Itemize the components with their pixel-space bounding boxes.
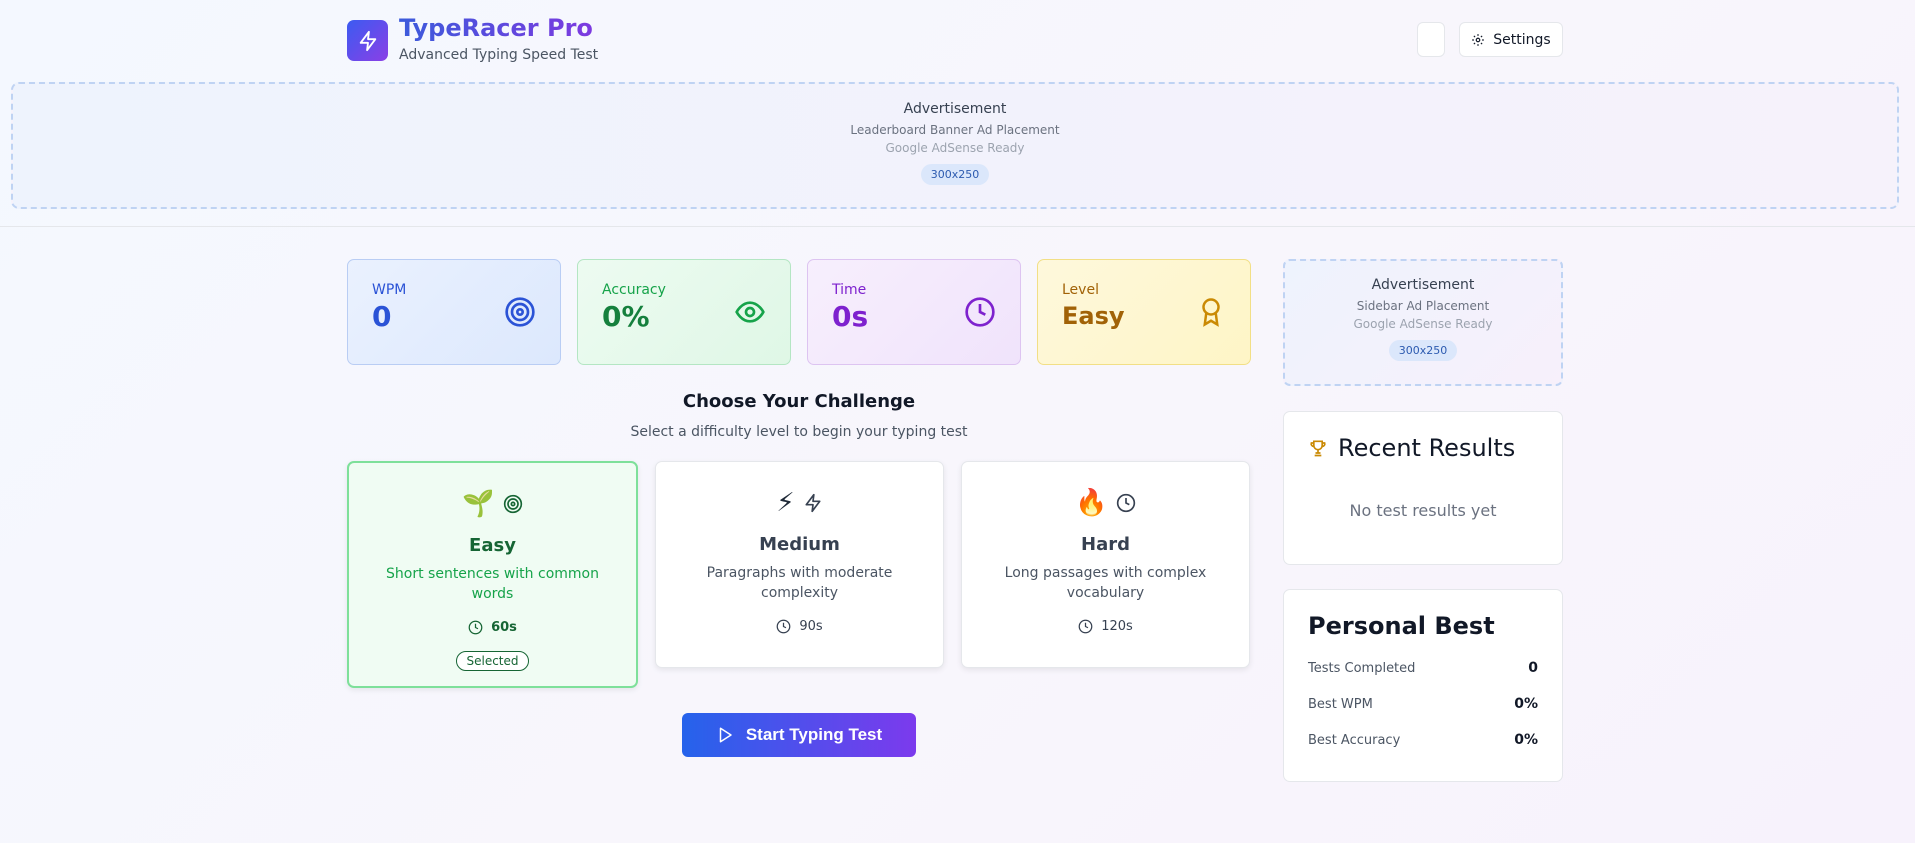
eye-icon xyxy=(735,301,765,323)
lightning-icon xyxy=(359,30,376,51)
difficulty-duration: 60s xyxy=(491,620,517,635)
difficulty-description: Long passages with complex vocabulary xyxy=(1004,565,1207,601)
award-icon xyxy=(1202,298,1220,327)
recent-results-title: Recent Results xyxy=(1338,434,1516,462)
clock-icon xyxy=(965,297,995,327)
personal-best-panel: Personal Best Tests Completed 0 Best WPM… xyxy=(1283,589,1563,782)
accuracy-stat-card: Accuracy 0% xyxy=(577,259,791,365)
wpm-stat-card: WPM 0 xyxy=(347,259,561,365)
best-row-best-wpm: Best WPM 0% xyxy=(1308,696,1538,712)
app-title: TypeRacer Pro xyxy=(399,14,593,42)
best-row-value: 0% xyxy=(1514,732,1538,748)
selected-badge: Selected xyxy=(456,651,529,671)
app-subtitle: Advanced Typing Speed Test xyxy=(399,47,599,63)
clock-icon xyxy=(1078,619,1093,634)
level-stat-card: Level Easy xyxy=(1037,259,1251,365)
ad-placement-text: Leaderboard Banner Ad Placement xyxy=(850,123,1060,137)
ad-ready-text: Google AdSense Ready xyxy=(1353,317,1493,331)
start-typing-test-button[interactable]: Start Typing Test xyxy=(682,713,916,757)
difficulty-name: Easy xyxy=(469,535,516,556)
target-icon xyxy=(505,297,535,327)
ad-size-badge: 300x250 xyxy=(1388,340,1458,361)
clock-icon xyxy=(468,620,483,635)
target-icon xyxy=(503,494,522,514)
lightning-emoji-icon: ⚡ xyxy=(776,488,795,518)
best-row-label: Tests Completed xyxy=(1308,660,1416,676)
personal-best-title: Personal Best xyxy=(1308,612,1495,640)
difficulty-description: Paragraphs with moderate complexity xyxy=(706,565,893,601)
difficulty-name: Medium xyxy=(759,534,840,555)
theme-toggle-button[interactable] xyxy=(1417,22,1445,57)
best-row-label: Best Accuracy xyxy=(1308,732,1401,748)
best-row-value: 0% xyxy=(1514,696,1538,712)
settings-button[interactable]: Settings xyxy=(1459,22,1563,57)
sidebar-ad: Advertisement Sidebar Ad Placement Googl… xyxy=(1283,259,1563,386)
recent-results-panel: Recent Results No test results yet xyxy=(1283,411,1563,565)
best-row-best-accuracy: Best Accuracy 0% xyxy=(1308,732,1538,748)
seedling-icon: 🌱 xyxy=(462,489,495,519)
ad-ready-text: Google AdSense Ready xyxy=(885,141,1025,155)
difficulty-card-medium[interactable]: ⚡ Medium Paragraphs with moderate comple… xyxy=(655,461,944,668)
difficulty-duration: 90s xyxy=(799,619,823,634)
challenge-title: Choose Your Challenge xyxy=(682,391,916,412)
play-icon xyxy=(719,727,732,743)
best-row-value: 0 xyxy=(1528,660,1538,676)
difficulty-duration: 120s xyxy=(1101,619,1133,634)
best-row-label: Best WPM xyxy=(1308,696,1373,712)
ad-placement-text: Sidebar Ad Placement xyxy=(1356,299,1490,313)
difficulty-card-hard[interactable]: 🔥 Hard Long passages with complex vocabu… xyxy=(961,461,1250,668)
trophy-icon xyxy=(1310,440,1326,457)
ad-title: Advertisement xyxy=(903,101,1007,117)
clock-icon xyxy=(776,619,791,634)
settings-label: Settings xyxy=(1493,31,1551,48)
start-button-label: Start Typing Test xyxy=(745,725,883,744)
difficulty-name: Hard xyxy=(1081,534,1130,555)
challenge-subtitle: Select a difficulty level to begin your … xyxy=(630,424,968,440)
app-logo xyxy=(347,20,388,61)
gear-icon xyxy=(1472,33,1485,46)
ad-title: Advertisement xyxy=(1371,277,1475,293)
lightning-icon xyxy=(805,493,821,513)
leaderboard-ad: Advertisement Leaderboard Banner Ad Plac… xyxy=(11,82,1899,209)
difficulty-card-easy[interactable]: 🌱 Easy Short sentences with common words… xyxy=(347,461,638,688)
time-stat-card: Time 0s xyxy=(807,259,1021,365)
header-divider xyxy=(0,226,1915,227)
clock-icon xyxy=(1116,493,1135,513)
difficulty-description: Short sentences with common words xyxy=(386,566,599,602)
ad-size-badge: 300x250 xyxy=(920,164,990,185)
fire-icon: 🔥 xyxy=(1075,488,1108,518)
best-row-tests-completed: Tests Completed 0 xyxy=(1308,660,1538,676)
no-results-message: No test results yet xyxy=(1349,501,1497,520)
